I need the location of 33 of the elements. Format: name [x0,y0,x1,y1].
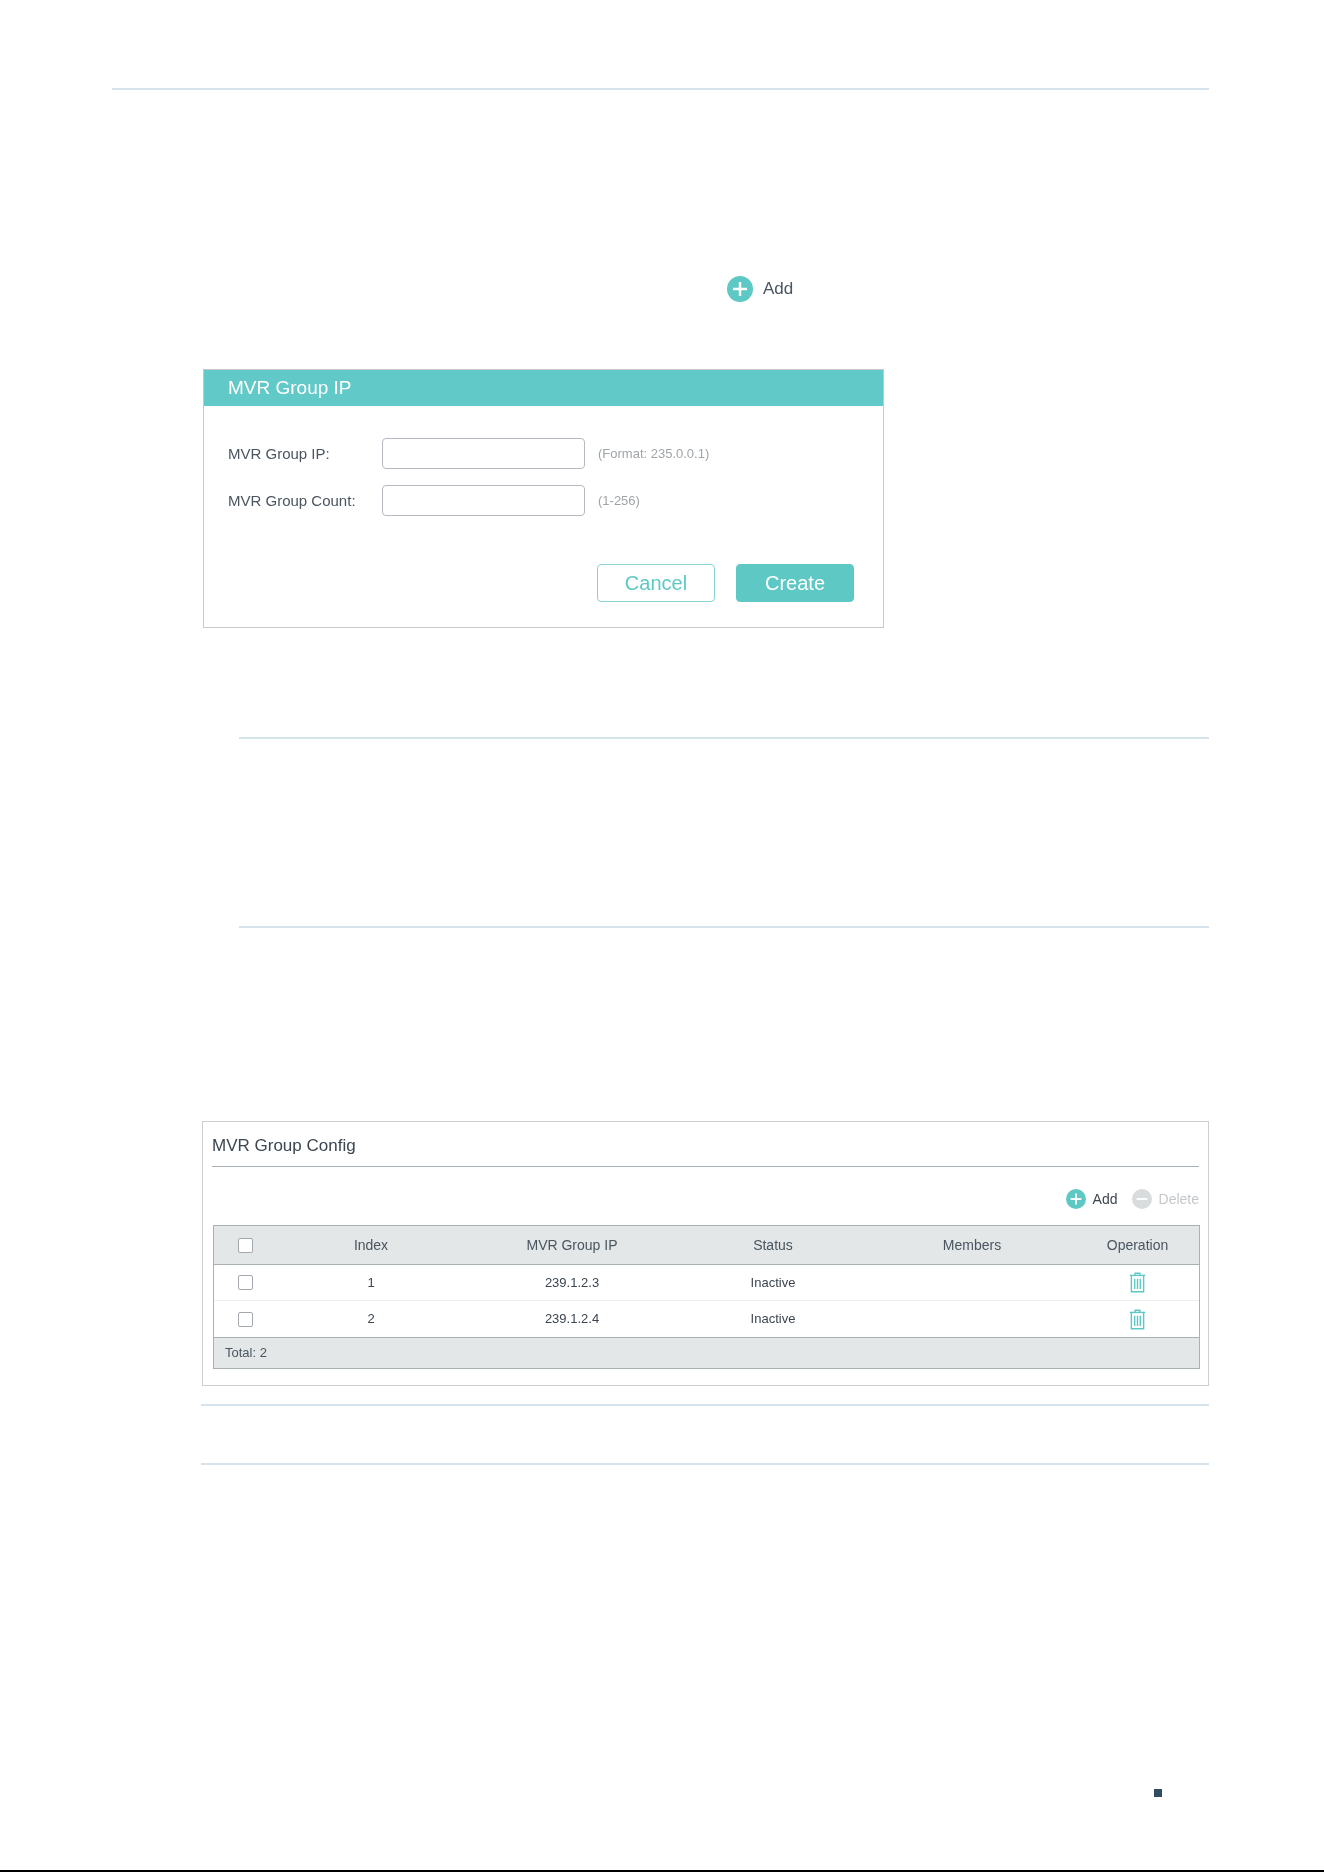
column-header: Status [753,1236,793,1254]
add-button[interactable]: Add [1065,1189,1118,1209]
column-header: Index [353,1236,389,1254]
table-cell: 2 [367,1310,375,1328]
input-field[interactable] [382,485,585,516]
cancel-button[interactable]: Cancel [597,564,715,602]
table-cell: 1 [367,1273,375,1292]
trash-icon[interactable] [1129,1308,1146,1330]
table-cell: Inactive [750,1310,796,1328]
plus-circle-icon [1065,1189,1086,1209]
column-header: Operation [1106,1236,1169,1254]
plus-circle-icon [727,276,753,302]
column-header: Members [942,1236,1002,1254]
dialog-title: MVR Group IP [228,376,352,400]
square-marker-icon [1154,1789,1162,1797]
trash-icon[interactable] [1129,1272,1146,1293]
table-cell: 239.1.2.4 [544,1310,600,1328]
add-button[interactable]: Add [727,276,794,302]
field-hint: (Format: 235.0.0.1) [598,444,710,463]
panel-title: MVR Group Config [212,1135,356,1157]
input-field[interactable] [382,438,585,469]
field-label: MVR Group IP: [228,443,331,464]
table-cell: Inactive [750,1273,796,1292]
checkbox[interactable] [237,1237,253,1253]
table-cell: 239.1.2.3 [544,1273,600,1292]
minus-circle-icon [1131,1189,1152,1209]
checkbox[interactable] [237,1275,253,1290]
field-label: MVR Group Count: [228,490,357,511]
total-count: Total: 2 [225,1344,267,1362]
create-button[interactable]: Create [736,564,854,602]
column-header: MVR Group IP [526,1236,618,1254]
checkbox[interactable] [237,1311,253,1327]
field-hint: (1-256) [598,491,640,510]
